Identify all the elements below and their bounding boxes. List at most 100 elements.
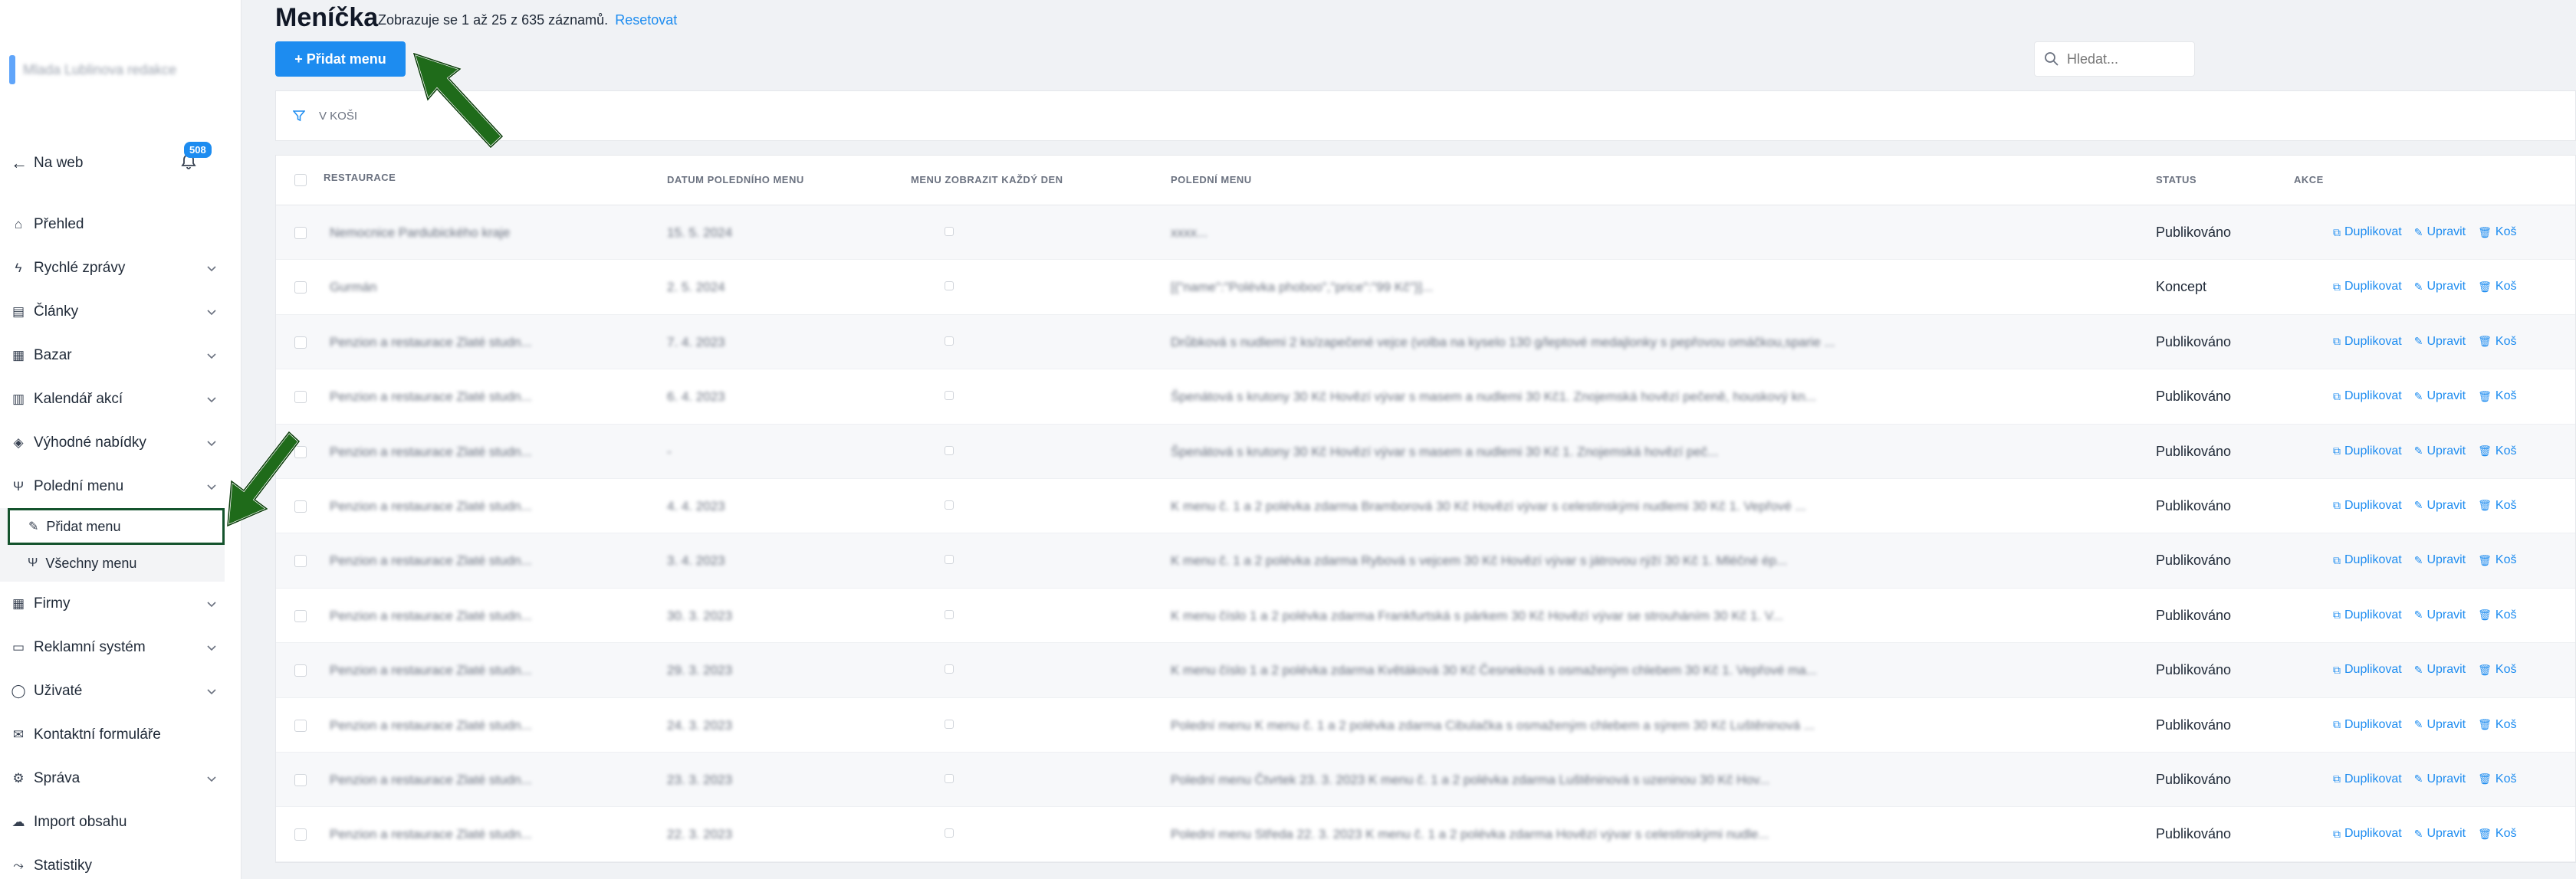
trash-button[interactable]: 🗑 Koš bbox=[2478, 499, 2516, 513]
sidebar-item-uzivate[interactable]: ◯ Uživaté bbox=[0, 669, 225, 713]
row-checkbox[interactable] bbox=[294, 281, 307, 294]
trash-button[interactable]: 🗑 Koš bbox=[2478, 225, 2516, 239]
chevron-down-icon[interactable] bbox=[206, 597, 217, 608]
restaurant-name[interactable]: Penzion a restaurace Zlaté studn... bbox=[330, 663, 544, 678]
sidebar-item-clanky[interactable]: ▤ Články bbox=[0, 290, 225, 333]
show-daily-checkbox[interactable] bbox=[945, 664, 954, 674]
edit-button[interactable]: ✎ Upravit bbox=[2414, 335, 2466, 349]
search-box[interactable] bbox=[2034, 41, 2195, 77]
show-daily-checkbox[interactable] bbox=[945, 227, 954, 236]
duplicate-button[interactable]: ⧉ Duplikovat bbox=[2333, 225, 2402, 239]
site-selector[interactable]: Mlada Lublinova redakce bbox=[9, 55, 224, 84]
show-daily-checkbox[interactable] bbox=[945, 281, 954, 291]
row-checkbox[interactable] bbox=[294, 227, 307, 239]
edit-button[interactable]: ✎ Upravit bbox=[2414, 608, 2466, 622]
table-row[interactable]: Penzion a restaurace Zlaté studn... 7. 4.… bbox=[276, 314, 2575, 370]
restaurant-name[interactable]: Penzion a restaurace Zlaté studn... bbox=[330, 827, 544, 842]
trash-button[interactable]: 🗑 Koš bbox=[2478, 663, 2516, 677]
edit-button[interactable]: ✎ Upravit bbox=[2414, 225, 2466, 239]
sidebar-item-reklamni-system[interactable]: ▭ Reklamní systém bbox=[0, 625, 225, 669]
sidebar-item-poledni-menu[interactable]: Ψ Polední menu bbox=[0, 464, 225, 508]
table-row[interactable]: Penzion a restaurace Zlaté studn... 3. 4.… bbox=[276, 533, 2575, 589]
sidebar-item-statistiky[interactable]: ⤳ Statistiky bbox=[0, 844, 225, 879]
trash-button[interactable]: 🗑 Koš bbox=[2478, 772, 2516, 786]
table-row[interactable]: Penzion a restaurace Zlaté studn... 23. 3… bbox=[276, 752, 2575, 808]
chevron-down-icon[interactable] bbox=[206, 480, 217, 490]
col-lunch-menu[interactable]: POLEDNÍ MENU bbox=[1171, 174, 1252, 185]
restaurant-name[interactable]: Penzion a restaurace Zlaté studn... bbox=[330, 718, 544, 733]
show-daily-checkbox[interactable] bbox=[945, 555, 954, 565]
duplicate-button[interactable]: ⧉ Duplikovat bbox=[2333, 444, 2402, 458]
duplicate-button[interactable]: ⧉ Duplikovat bbox=[2333, 827, 2402, 841]
restaurant-name[interactable]: Penzion a restaurace Zlaté studn... bbox=[330, 772, 544, 788]
show-daily-checkbox[interactable] bbox=[945, 828, 954, 838]
show-daily-checkbox[interactable] bbox=[945, 719, 954, 729]
trash-button[interactable]: 🗑 Koš bbox=[2478, 280, 2516, 294]
chevron-down-icon[interactable] bbox=[206, 641, 217, 651]
reset-link[interactable]: Resetovat bbox=[615, 12, 677, 28]
sidebar-item-kalendar-akci[interactable]: ▥ Kalendář akcí bbox=[0, 377, 225, 421]
table-row[interactable]: Penzion a restaurace Zlaté studn... - Špen… bbox=[276, 424, 2575, 479]
restaurant-name[interactable]: Nemocnice Pardubického kraje bbox=[330, 225, 544, 241]
sidebar-subitem-pridat-menu[interactable]: ✎ Přidat menu bbox=[8, 508, 225, 545]
table-row[interactable]: Penzion a restaurace Zlaté studn... 22. 3… bbox=[276, 807, 2575, 862]
row-checkbox[interactable] bbox=[294, 336, 307, 349]
edit-button[interactable]: ✎ Upravit bbox=[2414, 772, 2466, 786]
table-row[interactable]: Penzion a restaurace Zlaté studn... 30. 3… bbox=[276, 589, 2575, 644]
sidebar-item-bazar[interactable]: ▦ Bazar bbox=[0, 333, 225, 377]
row-checkbox[interactable] bbox=[294, 664, 307, 677]
restaurant-name[interactable]: Penzion a restaurace Zlaté studn... bbox=[330, 389, 544, 405]
trash-filter-label[interactable]: V KOŠI bbox=[319, 110, 357, 123]
chevron-down-icon[interactable] bbox=[206, 261, 217, 272]
chevron-down-icon[interactable] bbox=[206, 772, 217, 782]
trash-button[interactable]: 🗑 Koš bbox=[2478, 335, 2516, 349]
chevron-down-icon[interactable] bbox=[206, 392, 217, 403]
table-row[interactable]: Penzion a restaurace Zlaté studn... 6. 4.… bbox=[276, 369, 2575, 425]
trash-button[interactable]: 🗑 Koš bbox=[2478, 608, 2516, 622]
duplicate-button[interactable]: ⧉ Duplikovat bbox=[2333, 663, 2402, 677]
table-row[interactable]: Penzion a restaurace Zlaté studn... 29. 3… bbox=[276, 643, 2575, 698]
duplicate-button[interactable]: ⧉ Duplikovat bbox=[2333, 335, 2402, 349]
duplicate-button[interactable]: ⧉ Duplikovat bbox=[2333, 718, 2402, 732]
table-row[interactable]: Gurmán 2. 5. 2024 [{"name":"Polévka phoboo… bbox=[276, 260, 2575, 315]
chevron-down-icon[interactable] bbox=[206, 436, 217, 447]
table-row[interactable]: Nemocnice Pardubického kraje 15. 5. 2024 x… bbox=[276, 205, 2575, 261]
trash-button[interactable]: 🗑 Koš bbox=[2478, 827, 2516, 841]
edit-button[interactable]: ✎ Upravit bbox=[2414, 499, 2466, 513]
sidebar-item-rychle-zpravy[interactable]: ϟ Rychlé zprávy bbox=[0, 246, 225, 290]
edit-button[interactable]: ✎ Upravit bbox=[2414, 389, 2466, 403]
col-status[interactable]: STATUS bbox=[2156, 174, 2196, 185]
duplicate-button[interactable]: ⧉ Duplikovat bbox=[2333, 280, 2402, 294]
col-show-daily[interactable]: MENU ZOBRAZIT KAŽDÝ DEN bbox=[911, 174, 1063, 185]
show-daily-checkbox[interactable] bbox=[945, 391, 954, 401]
col-date[interactable]: DATUM POLEDNÍHO MENU bbox=[667, 174, 804, 185]
restaurant-name[interactable]: Penzion a restaurace Zlaté studn... bbox=[330, 444, 544, 460]
add-menu-button[interactable]: + Přidat menu bbox=[275, 41, 406, 77]
chevron-down-icon[interactable] bbox=[206, 349, 217, 359]
trash-button[interactable]: 🗑 Koš bbox=[2478, 553, 2516, 567]
trash-button[interactable]: 🗑 Koš bbox=[2478, 389, 2516, 403]
search-input[interactable] bbox=[2067, 51, 2182, 67]
show-daily-checkbox[interactable] bbox=[945, 445, 954, 455]
sidebar-item-import-obsahu[interactable]: ☁ Import obsahu bbox=[0, 800, 225, 844]
sidebar-item-kontaktni-formulare[interactable]: ✉ Kontaktní formuláře bbox=[0, 713, 225, 756]
sidebar-item-vyhodne-nabidky[interactable]: ◈ Výhodné nabídky bbox=[0, 421, 225, 464]
restaurant-name[interactable]: Penzion a restaurace Zlaté studn... bbox=[330, 553, 544, 569]
edit-button[interactable]: ✎ Upravit bbox=[2414, 663, 2466, 677]
duplicate-button[interactable]: ⧉ Duplikovat bbox=[2333, 553, 2402, 567]
chevron-down-icon[interactable] bbox=[206, 305, 217, 316]
edit-button[interactable]: ✎ Upravit bbox=[2414, 280, 2466, 294]
show-daily-checkbox[interactable] bbox=[945, 500, 954, 510]
duplicate-button[interactable]: ⧉ Duplikovat bbox=[2333, 772, 2402, 786]
table-row[interactable]: Penzion a restaurace Zlaté studn... 24. 3… bbox=[276, 698, 2575, 753]
restaurant-name[interactable]: Gurmán bbox=[330, 280, 544, 295]
sidebar-item-sprava[interactable]: ⚙ Správa bbox=[0, 756, 225, 800]
duplicate-button[interactable]: ⧉ Duplikovat bbox=[2333, 499, 2402, 513]
restaurant-name[interactable]: Penzion a restaurace Zlaté studn... bbox=[330, 335, 544, 350]
sidebar-item-prehled[interactable]: ⌂ Přehled bbox=[0, 202, 225, 246]
row-checkbox[interactable] bbox=[294, 391, 307, 404]
row-checkbox[interactable] bbox=[294, 555, 307, 568]
row-checkbox[interactable] bbox=[294, 719, 307, 732]
show-daily-checkbox[interactable] bbox=[945, 336, 954, 346]
col-restaurant[interactable]: RESTAURACE bbox=[324, 172, 396, 183]
